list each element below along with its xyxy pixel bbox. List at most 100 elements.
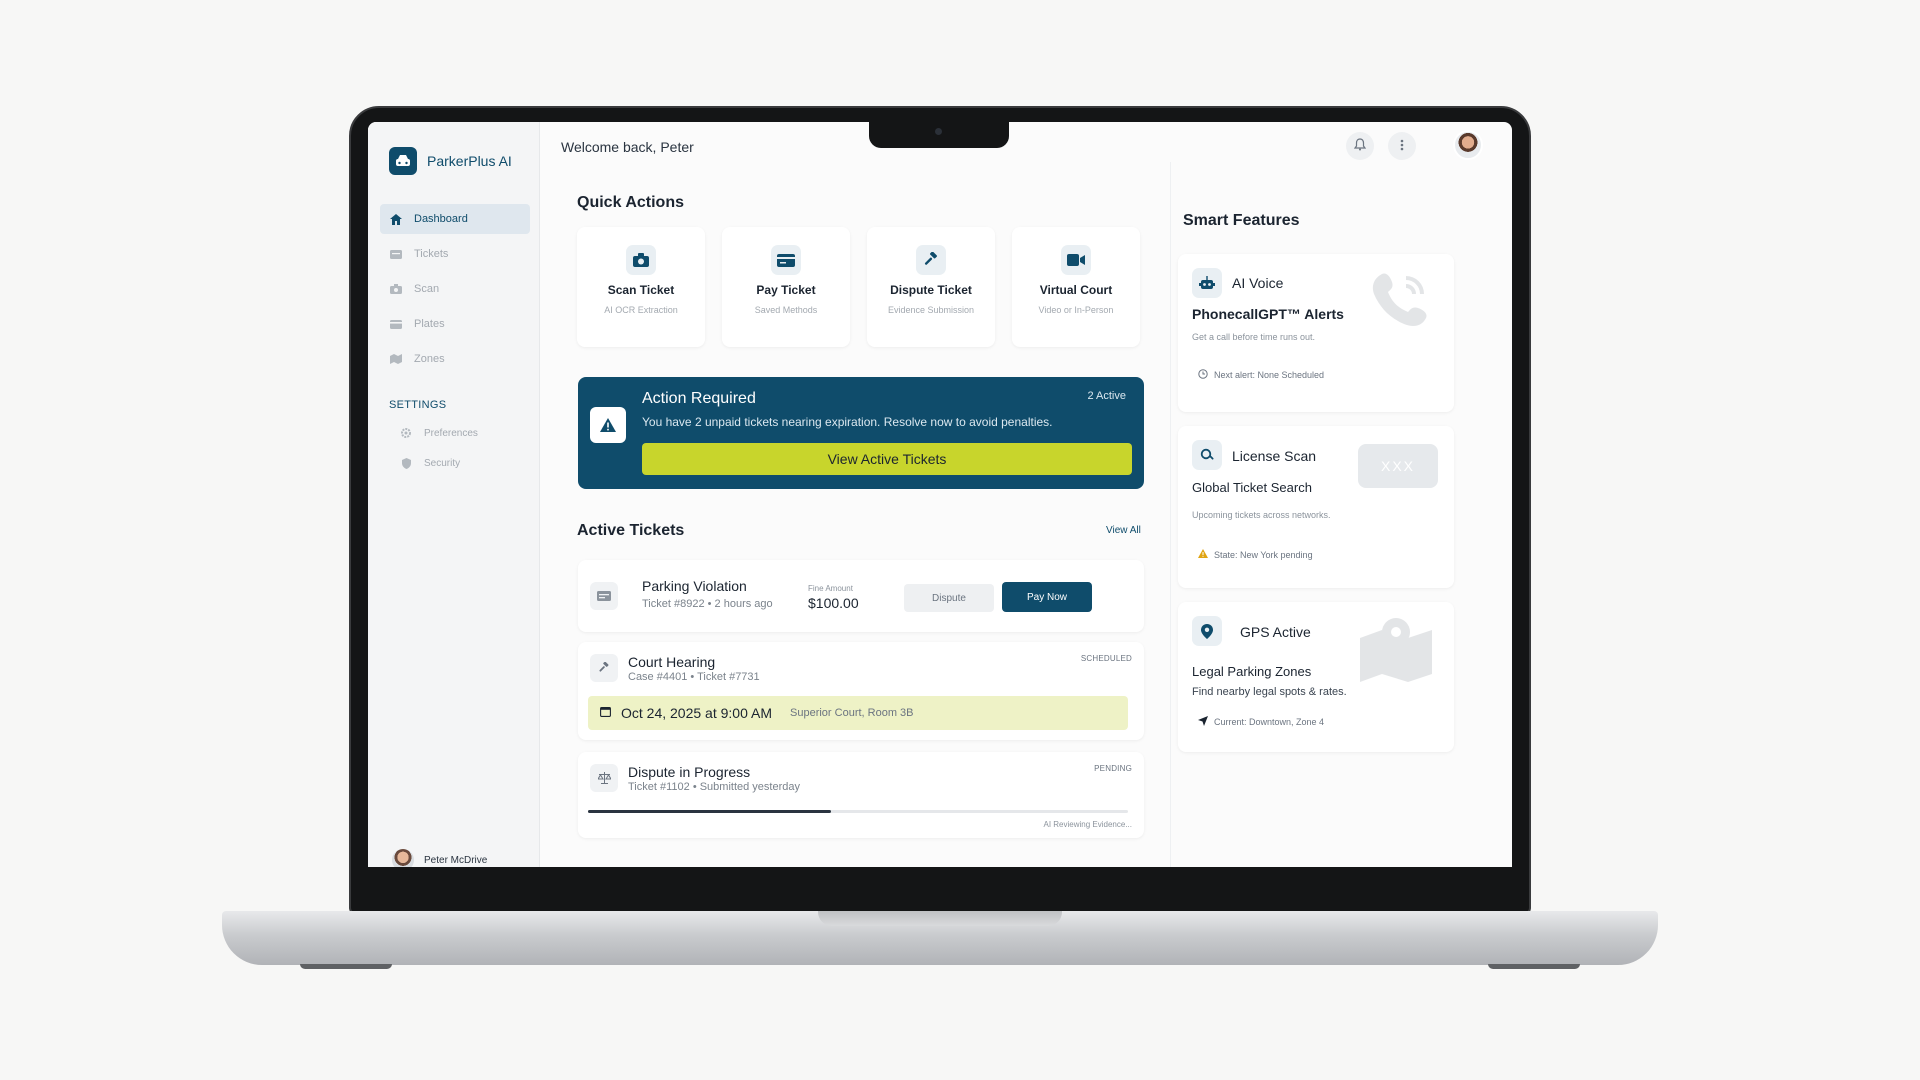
feature-label: GPS Active — [1240, 624, 1311, 640]
quick-action-dispute-ticket[interactable]: Dispute Ticket Evidence Submission — [867, 227, 995, 347]
quick-action-scan-ticket[interactable]: Scan Ticket AI OCR Extraction — [577, 227, 705, 347]
feature-note: State: New York pending — [1198, 549, 1313, 560]
quick-action-virtual-court[interactable]: Virtual Court Video or In-Person — [1012, 227, 1140, 347]
sidebar-item-label: Preferences — [424, 427, 478, 439]
hearing-date: Oct 24, 2025 at 9:00 AM — [621, 705, 772, 721]
ticket-card-dispute[interactable]: Dispute in Progress Ticket #1102 • Submi… — [578, 752, 1144, 838]
user-avatar[interactable] — [1453, 130, 1483, 160]
home-icon — [390, 213, 402, 225]
license-plate-watermark: XXX — [1358, 444, 1438, 488]
feature-card-gps[interactable]: GPS Active Legal Parking Zones Find near… — [1178, 602, 1454, 752]
smart-features-title: Smart Features — [1183, 212, 1300, 229]
credit-card-icon — [771, 245, 801, 275]
feature-subtitle: Get a call before time runs out. — [1192, 332, 1316, 342]
camera-notch — [869, 122, 1009, 148]
ticket-title: Court Hearing — [628, 654, 716, 670]
fine-amount-label: Fine Amount — [808, 584, 853, 593]
quick-action-subtitle: Saved Methods — [754, 305, 818, 315]
sidebar-item-label: Scan — [414, 283, 440, 295]
navigation-arrow-icon — [1198, 716, 1208, 728]
clock-icon — [1198, 369, 1208, 381]
map-icon — [390, 354, 402, 364]
quick-actions-title: Quick Actions — [577, 194, 684, 211]
scales-icon — [590, 764, 618, 792]
sidebar-item-tickets[interactable]: Tickets — [380, 239, 530, 269]
calendar-icon — [600, 704, 611, 722]
location-pin-icon — [1192, 616, 1222, 646]
video-icon — [1061, 245, 1091, 275]
settings-heading: SETTINGS — [389, 399, 447, 411]
status-badge: PENDING — [1094, 764, 1132, 773]
feature-note: Next alert: None Scheduled — [1198, 369, 1324, 381]
state-status-text: State: New York pending — [1214, 549, 1313, 560]
feature-label: AI Voice — [1232, 275, 1284, 291]
quick-action-subtitle: Video or In-Person — [1038, 305, 1114, 315]
dispute-progress-fill — [588, 810, 831, 813]
warning-icon — [1198, 549, 1208, 560]
camera-icon — [390, 284, 402, 294]
search-icon — [1192, 440, 1222, 470]
quick-action-title: Scan Ticket — [607, 283, 675, 297]
sidebar-item-preferences[interactable]: Preferences — [390, 420, 530, 446]
ticket-title: Parking Violation — [642, 578, 747, 594]
alert-message: You have 2 unpaid tickets nearing expira… — [642, 415, 1053, 429]
next-alert-text: Next alert: None Scheduled — [1214, 370, 1325, 380]
quick-action-subtitle: AI OCR Extraction — [604, 305, 678, 315]
notifications-button[interactable] — [1346, 132, 1374, 160]
user-profile[interactable]: Peter McDrive — [392, 849, 487, 867]
settings-nav: Preferences Security — [390, 420, 530, 480]
dispute-button[interactable]: Dispute — [904, 584, 994, 612]
sidebar-item-security[interactable]: Security — [390, 450, 530, 476]
feature-note: Current: Downtown, Zone 4 — [1198, 716, 1324, 728]
feature-title: Legal Parking Zones — [1192, 664, 1312, 679]
alert-active-count: 2 Active — [1087, 390, 1126, 402]
status-badge: SCHEDULED — [1080, 654, 1132, 663]
profile-name: Peter McDrive — [424, 854, 488, 866]
current-zone-text: Current: Downtown, Zone 4 — [1214, 717, 1325, 727]
map-icon-watermark — [1358, 616, 1434, 687]
feature-label: License Scan — [1232, 448, 1317, 464]
sidebar-item-scan[interactable]: Scan — [380, 274, 530, 304]
logo-icon — [389, 147, 417, 175]
feature-subtitle: Upcoming tickets across networks. — [1192, 510, 1331, 520]
sidebar-item-label: Tickets — [414, 248, 449, 260]
brand-logo[interactable]: ParkerPlus AI — [389, 147, 512, 175]
sidebar-item-plates[interactable]: Plates — [380, 309, 530, 339]
gavel-icon — [916, 245, 946, 275]
sidebar-item-zones[interactable]: Zones — [380, 344, 530, 374]
sidebar: ParkerPlus AI Dashboard Tickets Scan Pla… — [368, 122, 540, 867]
feature-card-ai-voice[interactable]: AI Voice PhonecallGPT™ Alerts Get a call… — [1178, 254, 1454, 412]
camera-lens — [935, 128, 942, 135]
quick-action-title: Virtual Court — [1039, 283, 1113, 297]
pay-now-button[interactable]: Pay Now — [1002, 582, 1092, 612]
welcome-message: Welcome back, Peter — [561, 139, 694, 155]
gavel-icon — [590, 654, 618, 682]
view-active-tickets-button[interactable]: View Active Tickets — [642, 443, 1132, 475]
feature-title: Global Ticket Search — [1192, 480, 1312, 495]
alert-title: Action Required — [642, 390, 756, 407]
view-all-link[interactable]: View All — [1106, 525, 1141, 536]
ticket-card-court-hearing[interactable]: Court Hearing Case #4401 • Ticket #7731 … — [578, 642, 1144, 740]
camera-icon — [626, 245, 656, 275]
quick-action-title: Dispute Ticket — [890, 283, 972, 297]
robot-icon — [1192, 268, 1222, 298]
sidebar-item-label: Plates — [414, 318, 445, 330]
quick-action-pay-ticket[interactable]: Pay Ticket Saved Methods — [722, 227, 850, 347]
laptop-base-notch — [818, 911, 1062, 926]
laptop-foot-left — [300, 964, 392, 969]
shield-icon — [400, 457, 412, 469]
feature-title: PhonecallGPT™ Alerts — [1192, 306, 1344, 322]
active-tickets-title: Active Tickets — [577, 522, 685, 539]
ticket-card-parking[interactable]: Parking Violation Ticket #8922 • 2 hours… — [578, 560, 1144, 632]
feature-subtitle: Find nearby legal spots & rates. — [1192, 686, 1347, 698]
gear-icon — [400, 428, 412, 438]
ticket-subtitle: Ticket #8922 • 2 hours ago — [642, 598, 773, 610]
feature-card-license-scan[interactable]: XXX License Scan Global Ticket Search Up… — [1178, 426, 1454, 588]
more-options-button[interactable] — [1388, 132, 1416, 160]
more-vertical-icon — [1400, 139, 1404, 154]
main-nav: Dashboard Tickets Scan Plates Zones — [380, 204, 530, 379]
sidebar-item-dashboard[interactable]: Dashboard — [380, 204, 530, 234]
laptop-foot-right — [1488, 964, 1580, 969]
sidebar-item-label: Zones — [414, 353, 445, 365]
fine-amount: $100.00 — [808, 595, 859, 611]
